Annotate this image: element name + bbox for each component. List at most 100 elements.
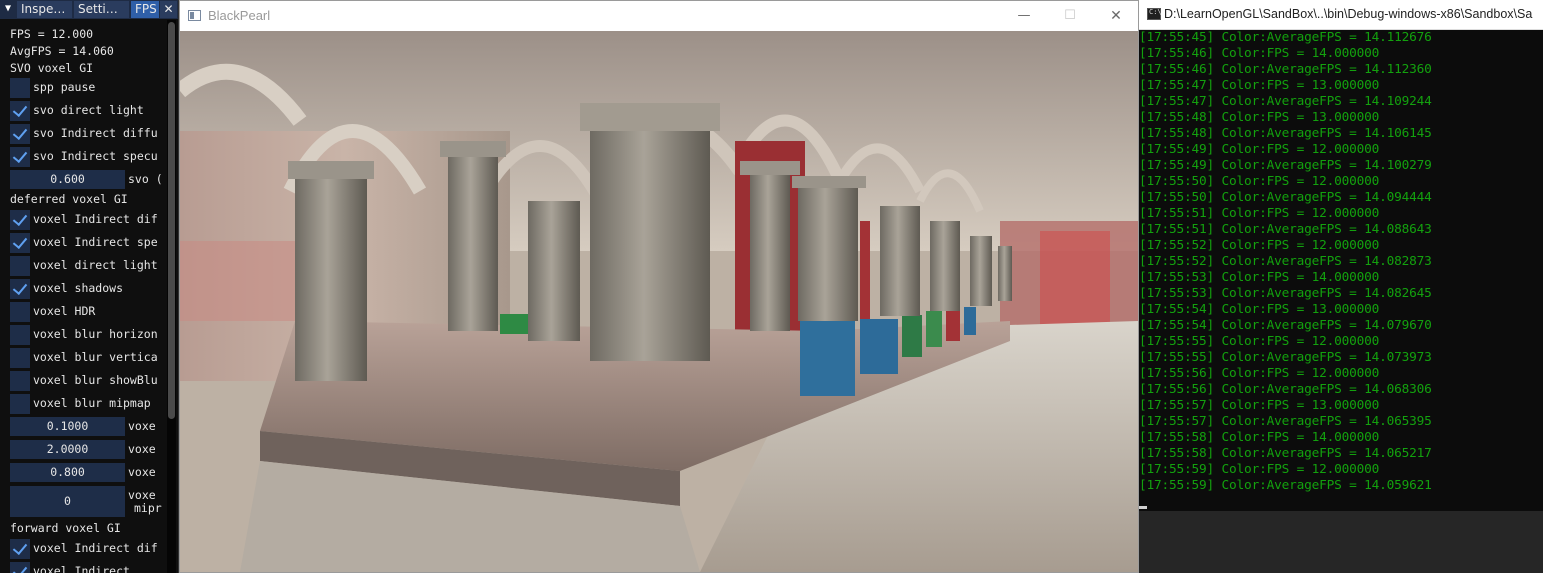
checkbox-box[interactable] [10,256,30,276]
console-line: [17:55:54] Color:FPS = 13.000000 [1139,302,1380,317]
checkbox-voxel-indirect-diffuse[interactable]: voxel Indirect dif [10,210,167,230]
fps-readout: FPS = 12.000 [10,27,94,41]
console-line: [17:55:53] Color:FPS = 14.000000 [1139,270,1380,285]
checkbox-voxel-blur-vertical[interactable]: voxel blur vertica [10,348,167,368]
maximize-button[interactable]: ☐ [1047,1,1093,31]
console-window: D:\LearnOpenGL\SandBox\..\bin\Debug-wind… [1139,0,1543,573]
imgui-panel: ▼ Inspe… Setti… FPS ✕ FPS = 12.000 AvgFP… [0,0,179,573]
console-line: [17:55:58] Color:FPS = 14.000000 [1139,430,1380,445]
console-line: [17:55:48] Color:FPS = 13.000000 [1139,110,1380,125]
checkmark-icon[interactable] [10,210,30,230]
console-line: [17:55:56] Color:FPS = 12.000000 [1139,366,1380,381]
blackpearl-titlebar[interactable]: BlackPearl — ☐ ✕ [180,1,1138,31]
section-forward-voxel-gi: forward voxel GI [10,521,121,535]
checkbox-voxel-shadows[interactable]: voxel shadows [10,279,167,299]
console-line: [17:55:55] Color:FPS = 12.000000 [1139,334,1380,349]
console-line: [17:55:50] Color:FPS = 12.000000 [1139,174,1380,189]
slider-label-2: mipr [134,501,162,515]
slider-label: voxe [128,465,156,479]
checkbox-box[interactable] [10,348,30,368]
close-button[interactable]: ✕ [1093,1,1139,31]
slider-value[interactable]: 0.800 [10,463,125,482]
checkbox-voxel-direct-light[interactable]: voxel direct light [10,256,167,276]
imgui-scrollbar[interactable] [167,20,176,573]
console-line: [17:55:57] Color:FPS = 13.000000 [1139,398,1380,413]
checkmark-icon[interactable] [10,279,30,299]
checkbox-label: voxel blur vertica [33,350,158,364]
slider-voxel-3[interactable]: 0.800 voxe [10,463,167,483]
checkbox-svo-indirect-diffuse[interactable]: svo Indirect diffu [10,124,167,144]
tab-settings[interactable]: Setti… [74,1,129,18]
checkbox-box[interactable] [10,325,30,345]
checkbox-voxel-blur-horizontal[interactable]: voxel blur horizon [10,325,167,345]
slider-value[interactable]: 0 [10,486,125,517]
tab-close-icon[interactable]: ✕ [160,1,177,18]
blackpearl-window: BlackPearl — ☐ ✕ [179,0,1139,573]
checkbox-box[interactable] [10,78,30,98]
minimize-button[interactable]: — [1001,1,1047,31]
console-line: [17:55:53] Color:AverageFPS = 14.082645 [1139,286,1432,301]
console-line: [17:55:52] Color:AverageFPS = 14.082873 [1139,254,1432,269]
checkbox-voxel-blur-mipmap[interactable]: voxel blur mipmap [10,394,167,414]
checkbox-voxel-hdr[interactable]: voxel HDR [10,302,167,322]
slider-voxel-mipmap[interactable]: 0 voxe mipr [10,486,167,518]
console-line: [17:55:49] Color:FPS = 12.000000 [1139,142,1380,157]
checkbox-voxel-indirect-specular[interactable]: voxel Indirect spe [10,233,167,253]
tab-inspector[interactable]: Inspe… [17,1,72,18]
checkbox-fwd-voxel-partial[interactable]: voxel Indirect [10,562,167,573]
app-window-icon [188,10,201,21]
checkbox-fwd-voxel-indirect-diffuse[interactable]: voxel Indirect dif [10,539,167,559]
window-title: BlackPearl [208,8,271,23]
checkbox-svo-direct-light[interactable]: svo direct light [10,101,167,121]
console-line: [17:55:59] Color:AverageFPS = 14.059621 [1139,478,1432,493]
slider-label: voxe [128,488,156,502]
slider-svo[interactable]: 0.600 svo ( [10,170,167,190]
console-line: [17:55:59] Color:FPS = 12.000000 [1139,462,1380,477]
checkbox-label: voxel shadows [33,281,124,295]
checkbox-box[interactable] [10,394,30,414]
checkbox-label: svo Indirect diffu [33,126,158,140]
console-line: [17:55:48] Color:AverageFPS = 14.106145 [1139,126,1432,141]
checkmark-icon[interactable] [10,124,30,144]
console-line: [17:55:45] Color:AverageFPS = 14.112676 [1139,30,1432,45]
checkmark-icon[interactable] [10,101,30,121]
checkbox-spp-pause[interactable]: spp pause [10,78,167,98]
console-line: [17:55:47] Color:FPS = 13.000000 [1139,78,1380,93]
checkbox-box[interactable] [10,371,30,391]
window-menu-triangle-icon[interactable]: ▼ [1,2,15,16]
render-viewport[interactable] [180,31,1138,572]
checkmark-icon[interactable] [10,562,30,573]
console-title: D:\LearnOpenGL\SandBox\..\bin\Debug-wind… [1164,7,1533,21]
console-line: [17:55:58] Color:AverageFPS = 14.065217 [1139,446,1432,461]
slider-value[interactable]: 2.0000 [10,440,125,459]
checkmark-icon[interactable] [10,147,30,167]
slider-voxel-1[interactable]: 0.1000 voxe [10,417,167,437]
checkbox-label: voxel blur mipmap [33,396,151,410]
slider-voxel-2[interactable]: 2.0000 voxe [10,440,167,460]
checkbox-voxel-blur-showblur[interactable]: voxel blur showBlu [10,371,167,391]
console-line: [17:55:47] Color:AverageFPS = 14.109244 [1139,94,1432,109]
scrollbar-thumb[interactable] [168,22,175,419]
console-line: [17:55:55] Color:AverageFPS = 14.073973 [1139,350,1432,365]
tab-fps[interactable]: FPS [131,1,159,18]
slider-svo-value[interactable]: 0.600 [10,170,125,189]
checkbox-box[interactable] [10,302,30,322]
checkbox-label: voxel blur showBlu [33,373,158,387]
checkbox-label: voxel blur horizon [33,327,158,341]
console-empty-area [1139,511,1543,573]
checkmark-icon[interactable] [10,233,30,253]
console-app-icon [1147,8,1162,20]
console-line: [17:55:57] Color:AverageFPS = 14.065395 [1139,414,1432,429]
checkmark-icon[interactable] [10,539,30,559]
console-output: [17:55:45] Color:AverageFPS = 14.112676 [… [1139,30,1543,508]
checkbox-label: voxel Indirect dif [33,212,158,226]
section-svo-voxel-gi: SVO voxel GI [10,61,94,75]
console-line: [17:55:50] Color:AverageFPS = 14.094444 [1139,190,1432,205]
console-titlebar[interactable]: D:\LearnOpenGL\SandBox\..\bin\Debug-wind… [1139,0,1543,30]
console-line: [17:55:51] Color:AverageFPS = 14.088643 [1139,222,1432,237]
console-line: [17:55:51] Color:FPS = 12.000000 [1139,206,1380,221]
checkbox-svo-indirect-specular[interactable]: svo Indirect specu [10,147,167,167]
slider-label: voxe [128,442,156,456]
slider-value[interactable]: 0.1000 [10,417,125,436]
avgfps-readout: AvgFPS = 14.060 [10,44,114,58]
